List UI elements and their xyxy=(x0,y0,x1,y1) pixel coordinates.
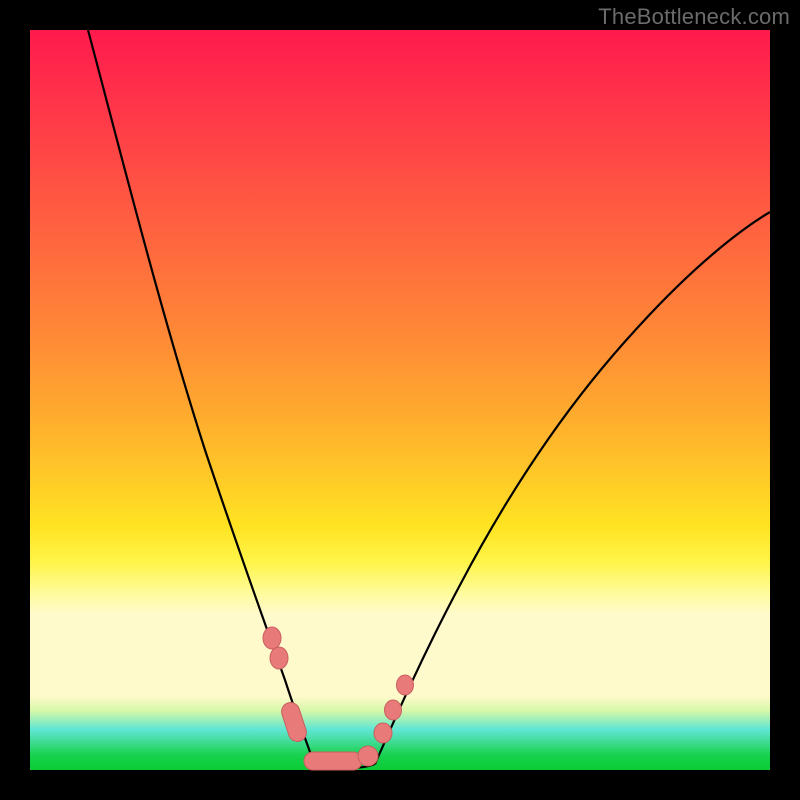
marker-bead xyxy=(374,723,392,743)
plot-area xyxy=(30,30,770,770)
marker-bead xyxy=(385,700,402,720)
watermark-text: TheBottleneck.com xyxy=(598,4,790,30)
marker-bead xyxy=(263,627,281,649)
right-curve xyxy=(375,212,770,764)
marker-bead xyxy=(304,752,362,770)
marker-bead xyxy=(358,746,378,766)
curve-layer xyxy=(30,30,770,770)
marker-bead xyxy=(397,675,414,695)
marker-bead xyxy=(270,647,288,669)
chart-frame: TheBottleneck.com xyxy=(0,0,800,800)
marker-bead xyxy=(279,700,308,744)
